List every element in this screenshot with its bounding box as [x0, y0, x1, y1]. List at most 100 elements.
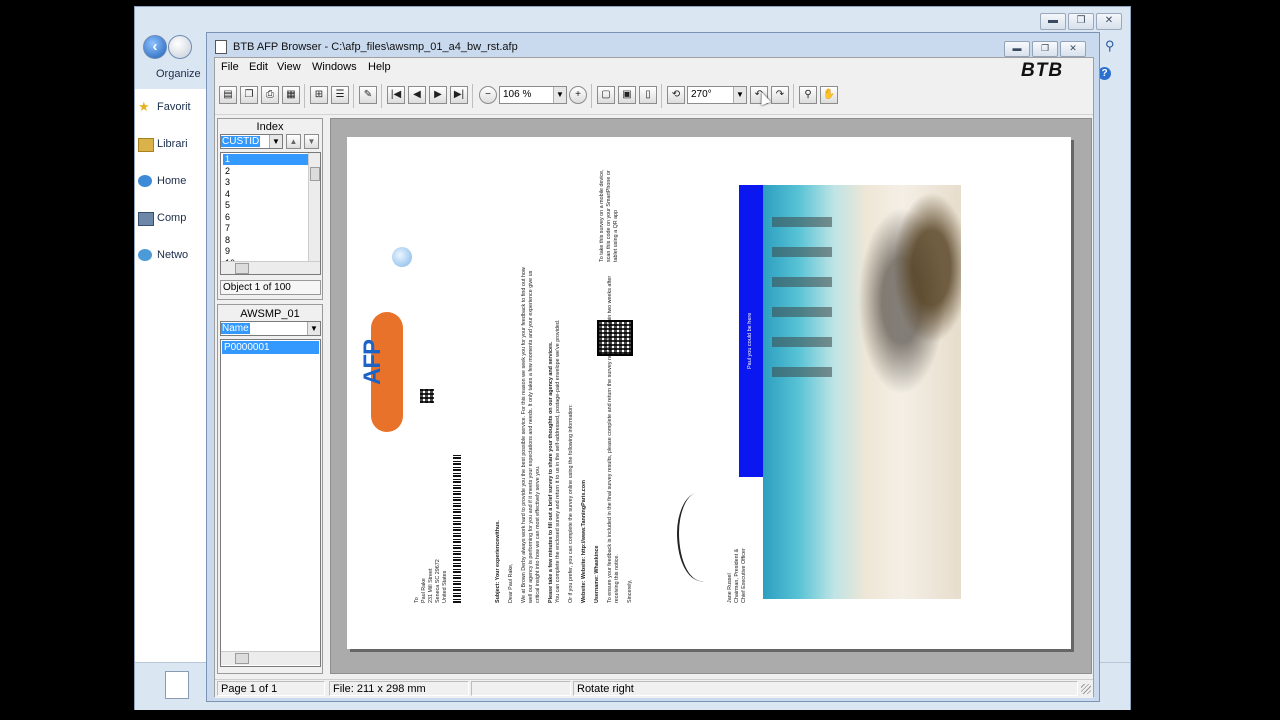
index-field-value: CUSTID: [221, 136, 261, 147]
status-file: File: 211 x 298 mm: [329, 681, 469, 696]
resource-horizontal-scrollbar[interactable]: [221, 651, 320, 665]
homegroup-icon: [138, 175, 152, 187]
overwater-huts: [772, 217, 832, 397]
mobile-survey-note: To take this survey on a mobile device, …: [599, 169, 620, 262]
letter-line: receiving this notice.: [614, 554, 620, 603]
letter-website: Website: Website: http://www.TanningPari…: [581, 480, 587, 603]
rotation-icon[interactable]: ⟲: [667, 86, 685, 104]
index-vertical-scrollbar[interactable]: [308, 153, 320, 261]
sidebar-item-computer[interactable]: Comp: [138, 212, 186, 226]
forward-arrow-icon[interactable]: [168, 35, 192, 59]
sidebar-item-homegroup[interactable]: Home: [138, 175, 186, 187]
index-row[interactable]: 8: [223, 235, 309, 246]
highlight-icon[interactable]: ✎: [359, 86, 377, 104]
index-field-select[interactable]: CUSTID ▼: [220, 134, 283, 149]
sort-descending-icon[interactable]: ▼: [304, 134, 319, 149]
status-bar: Page 1 of 1 File: 211 x 298 mm Rotate ri…: [215, 679, 1093, 698]
sidebar-item-network[interactable]: Netwo: [138, 249, 188, 261]
toolbar: ▤ ❐ ⎙ ▦ ⊞ ☰ ✎ |◀ ◀ ▶ ▶| − 106 % ▼ + ▢ ▣ …: [215, 80, 1093, 115]
zoom-value: 106 %: [503, 89, 532, 100]
letter-closing: Sincerely,: [627, 579, 633, 603]
object-count: Object 1 of 100: [220, 280, 321, 295]
globe-icon: [392, 247, 412, 267]
menu-help[interactable]: Help: [368, 61, 391, 73]
copy-icon[interactable]: ❐: [240, 86, 258, 104]
last-page-icon[interactable]: ▶|: [450, 86, 468, 104]
minimize-icon[interactable]: ▬: [1040, 13, 1066, 30]
index-row[interactable]: 4: [223, 189, 309, 200]
scrollbar-thumb[interactable]: [235, 653, 249, 664]
first-page-icon[interactable]: |◀: [387, 86, 405, 104]
document-page: World AFP To Paul Rake 231 Mill Street S…: [347, 137, 1071, 649]
organize-menu[interactable]: Organize: [156, 68, 201, 80]
index-row[interactable]: 1: [223, 154, 309, 165]
properties-icon[interactable]: ☰: [331, 86, 349, 104]
maximize-icon[interactable]: ❐: [1032, 41, 1058, 57]
banner-text: Paul you could be here: [747, 312, 753, 369]
search-icon[interactable]: ⚲: [1105, 38, 1115, 54]
letter-line: We at Brown Derby always work hard to pr…: [521, 267, 527, 603]
afp-browser-window: BTB AFP Browser - C:\afp_files\awsmp_01_…: [206, 32, 1100, 702]
maximize-icon[interactable]: ❐: [1068, 13, 1094, 30]
minimize-icon[interactable]: ▬: [1004, 41, 1030, 57]
document-search-icon: [165, 671, 189, 699]
signature-block: Jane Russel Chairman, President & Chief …: [727, 548, 748, 603]
zoom-select[interactable]: 106 % ▼: [499, 86, 567, 104]
zoom-in-icon[interactable]: +: [569, 86, 587, 104]
fit-page-icon[interactable]: ▢: [597, 86, 615, 104]
resource-list[interactable]: P0000001: [220, 339, 321, 667]
computer-icon: [138, 212, 154, 226]
search-icon[interactable]: ⚲: [799, 86, 817, 104]
resource-caption: AWSMP_01: [240, 308, 300, 320]
rotation-select[interactable]: 270° ▼: [687, 86, 747, 104]
back-arrow-icon[interactable]: ‹: [143, 35, 167, 59]
status-action: Rotate right: [573, 681, 1078, 696]
close-icon[interactable]: ✕: [1060, 41, 1086, 57]
rotate-right-icon[interactable]: ↷: [771, 86, 789, 104]
resource-field-select[interactable]: Name ▼: [220, 321, 321, 336]
sidebar-item-libraries[interactable]: Librari: [138, 138, 188, 152]
menu-windows[interactable]: Windows: [312, 61, 357, 73]
scrollbar-thumb[interactable]: [235, 263, 249, 274]
toolbar-separator: [381, 84, 382, 108]
datamatrix-code: [420, 389, 434, 403]
signer-title: Chairman, President &: [734, 548, 740, 603]
address-line: Seneca SC 29672: [435, 559, 441, 603]
index-row[interactable]: 5: [223, 200, 309, 211]
explorer-sidebar: ★ Favorit Librari Home Comp Netwo: [135, 89, 209, 669]
index-row[interactable]: 9: [223, 246, 309, 257]
open-icon[interactable]: ▤: [219, 86, 237, 104]
close-icon[interactable]: ✕: [1096, 13, 1122, 30]
menu-edit[interactable]: Edit: [249, 61, 268, 73]
menu-view[interactable]: View: [277, 61, 301, 73]
index-row[interactable]: 6: [223, 212, 309, 223]
letter-greeting: Dear Paul Rake,: [508, 563, 514, 603]
index-row[interactable]: 7: [223, 223, 309, 234]
document-viewer[interactable]: World AFP To Paul Rake 231 Mill Street S…: [330, 118, 1092, 674]
sidebar-item-favorites[interactable]: ★ Favorit: [138, 99, 191, 114]
scrollbar-thumb[interactable]: [310, 167, 320, 181]
resize-grip-icon[interactable]: [1081, 684, 1091, 694]
zoom-out-icon[interactable]: −: [479, 86, 497, 104]
address-line: Paul Rake: [421, 578, 427, 603]
split-view-icon[interactable]: ⊞: [310, 86, 328, 104]
hand-tool-icon[interactable]: ✋: [820, 86, 838, 104]
sort-ascending-icon[interactable]: ▲: [286, 134, 301, 149]
menu-file[interactable]: File: [221, 61, 239, 73]
letter-subject: Subject: Your experiencewithus.: [495, 520, 501, 603]
toolbar-separator: [661, 84, 662, 108]
index-row[interactable]: 3: [223, 177, 309, 188]
note-line: scan this code on your SmartPhone or: [606, 170, 612, 262]
export-icon[interactable]: ▦: [282, 86, 300, 104]
list-item[interactable]: P0000001: [222, 341, 319, 354]
chevron-down-icon: ▼: [269, 135, 282, 148]
index-row[interactable]: 2: [223, 166, 309, 177]
actual-size-icon[interactable]: ▯: [639, 86, 657, 104]
next-page-icon[interactable]: ▶: [429, 86, 447, 104]
print-icon[interactable]: ⎙: [261, 86, 279, 104]
previous-page-icon[interactable]: ◀: [408, 86, 426, 104]
index-list[interactable]: 12345678910: [220, 152, 321, 275]
handwritten-signature: [677, 487, 724, 587]
fit-width-icon[interactable]: ▣: [618, 86, 636, 104]
index-horizontal-scrollbar[interactable]: [221, 261, 320, 274]
